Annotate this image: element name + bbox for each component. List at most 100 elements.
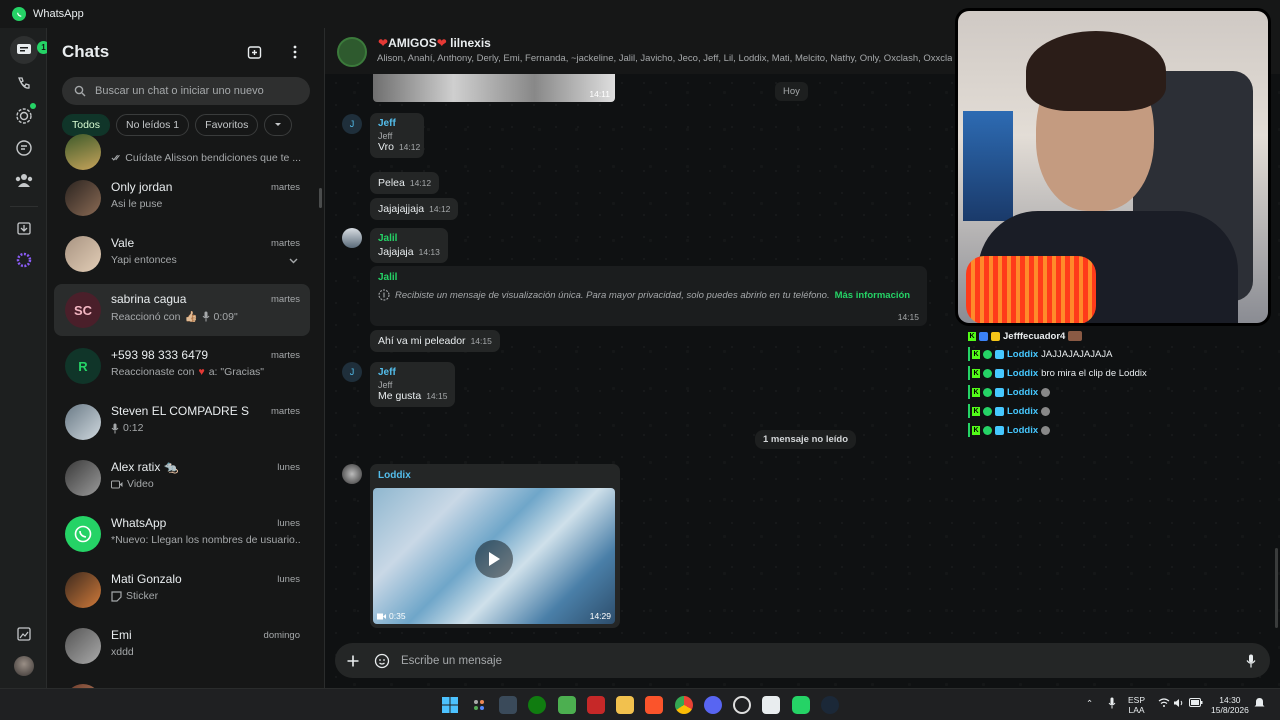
tray-mic-icon[interactable] — [1108, 697, 1116, 711]
tray-chevron-icon[interactable]: ⌃ — [1086, 698, 1093, 708]
chat-item[interactable]: Only jordan martes Asi le puse — [54, 172, 310, 224]
conversation-scrollbar[interactable] — [1275, 548, 1278, 628]
message-bubble: Ahí va mi peleador 14:15 — [370, 330, 500, 352]
message-sender[interactable]: Jalil — [378, 272, 919, 283]
chat-item[interactable]: Mati Gonzalo lunes Sticker — [54, 564, 310, 616]
message-sender[interactable]: Jeff — [378, 118, 416, 129]
meta-ai-icon[interactable] — [12, 248, 36, 272]
webcam-shelf — [963, 111, 1013, 221]
volume-icon[interactable] — [1173, 698, 1184, 710]
nav-rail: 1 — [0, 28, 50, 688]
message-time: 14:11 — [589, 89, 610, 99]
new-chat-icon[interactable] — [245, 42, 265, 62]
chat-item[interactable]: Cuídate Alisson bendiciones que te ... — [54, 126, 310, 178]
chat-time: martes — [270, 294, 300, 305]
message-sender[interactable]: Jeff — [378, 367, 447, 378]
chat-item[interactable]: Vale martes Yapi entonces — [54, 228, 310, 280]
message-bubble: Jeff Jeff Me gusta 14:15 — [370, 362, 456, 407]
minecraft-icon[interactable] — [558, 696, 576, 714]
message-input[interactable]: Escribe un mensaje — [401, 655, 502, 667]
day-divider: Hoy — [775, 82, 808, 101]
widgets-icon[interactable] — [470, 696, 488, 714]
sticker-emoji-icon[interactable] — [374, 653, 390, 669]
rat-emoji-icon: 🐀 — [163, 460, 179, 474]
store-icon[interactable] — [499, 696, 517, 714]
keyboard-language[interactable]: ESP LAA — [1128, 695, 1145, 715]
chats-icon[interactable]: 1 — [10, 36, 50, 64]
chat-time: martes — [270, 182, 300, 193]
chat-item[interactable]: Alex ratix 🐀 lunes Video — [54, 452, 310, 504]
message-sender[interactable]: Jalil — [378, 233, 440, 244]
video-icon — [111, 480, 123, 488]
chat-time: lunes — [277, 518, 300, 529]
video-icon — [377, 613, 386, 619]
capcut-icon[interactable] — [762, 696, 780, 714]
communities-icon[interactable] — [12, 168, 36, 192]
chat-avatar: R — [65, 348, 101, 384]
message-bubble: Jajajajjaja 14:12 — [370, 198, 459, 220]
chat-item[interactable]: R +593 98 333 6479 martes Reaccionaste c… — [54, 340, 310, 392]
message-sender-name: Jeff — [378, 380, 393, 390]
file-explorer-icon[interactable] — [616, 696, 634, 714]
discord-icon[interactable] — [704, 696, 722, 714]
view-once-message: Jalil Recibiste un mensaje de visualizac… — [370, 266, 927, 326]
heart-icon: ❤ — [436, 36, 447, 50]
chevron-down-icon[interactable] — [289, 258, 298, 264]
message-composer[interactable]: Escribe un mensaje — [335, 643, 1270, 678]
mic-icon — [202, 311, 209, 322]
play-icon[interactable] — [475, 540, 513, 578]
message-sender-name: Jeff — [378, 131, 393, 141]
message-sender[interactable]: Loddix — [378, 470, 411, 481]
wifi-icon[interactable] — [1158, 698, 1170, 710]
calls-icon[interactable] — [12, 72, 36, 96]
whatsapp-taskbar-icon[interactable] — [792, 696, 810, 714]
message-text: Jajajajjaja — [378, 203, 425, 215]
message-time: 14:15 — [897, 312, 919, 322]
battery-icon[interactable] — [1189, 698, 1203, 709]
more-info-link[interactable]: Más información — [835, 290, 911, 301]
sender-avatar[interactable] — [342, 228, 362, 248]
profile-avatar[interactable] — [12, 654, 36, 678]
stream-chat-line: K Loddix JAJJAJAJAJAJA — [972, 348, 1113, 360]
chat-item[interactable]: Emi domingo xddd — [54, 620, 310, 672]
webcam-overlay — [955, 8, 1271, 326]
chat-avatar — [65, 134, 101, 170]
notifications-icon[interactable] — [1254, 697, 1265, 711]
chat-preview: Video — [111, 478, 154, 490]
clock[interactable]: 14:30 15/8/2026 — [1211, 695, 1249, 715]
message-time: 14:29 — [589, 611, 611, 621]
search-input[interactable]: Buscar un chat o iniciar uno nuevo — [62, 77, 310, 105]
chat-item[interactable]: Steven EL COMPADRE S martes 0:12 — [54, 396, 310, 448]
steam-icon[interactable] — [821, 696, 839, 714]
sender-avatar[interactable]: J — [342, 114, 362, 134]
xbox-icon[interactable] — [528, 696, 546, 714]
attach-plus-icon[interactable] — [347, 655, 359, 667]
chrome-icon[interactable] — [675, 696, 693, 714]
chat-item[interactable] — [54, 676, 310, 688]
status-icon[interactable] — [12, 103, 36, 128]
message-text: Pelea — [378, 177, 405, 189]
chat-item[interactable]: WhatsApp lunes *Nuevo: Llegan los nombre… — [54, 508, 310, 560]
media-gallery-icon[interactable] — [12, 622, 36, 646]
message-text: Jajajaja — [378, 246, 414, 258]
group-avatar — [337, 37, 367, 67]
chat-item[interactable]: SC sabrina cagua martes Reaccionó con 👍🏼… — [54, 284, 310, 336]
obs-icon[interactable] — [733, 696, 751, 714]
image-message[interactable]: 14:11 — [373, 74, 615, 102]
message-time: 14:15 — [470, 336, 492, 346]
video-thumbnail[interactable]: 0:35 14:29 — [373, 488, 615, 624]
chat-preview: Sticker — [111, 590, 158, 602]
chat-avatar — [65, 404, 101, 440]
menu-dots-icon[interactable] — [285, 42, 305, 62]
sender-avatar[interactable] — [342, 464, 362, 484]
start-icon[interactable] — [441, 696, 459, 714]
app-icon[interactable] — [587, 696, 605, 714]
app-title: WhatsApp — [33, 8, 84, 20]
sidebar-scrollbar[interactable] — [319, 188, 322, 208]
mic-icon[interactable] — [1246, 654, 1256, 668]
archived-icon[interactable] — [12, 216, 36, 240]
stream-chat-line: K Loddix bro mira el clip de Loddix — [972, 367, 1147, 379]
channels-icon[interactable] — [12, 136, 36, 160]
brave-icon[interactable] — [645, 696, 663, 714]
sender-avatar[interactable]: J — [342, 362, 362, 382]
